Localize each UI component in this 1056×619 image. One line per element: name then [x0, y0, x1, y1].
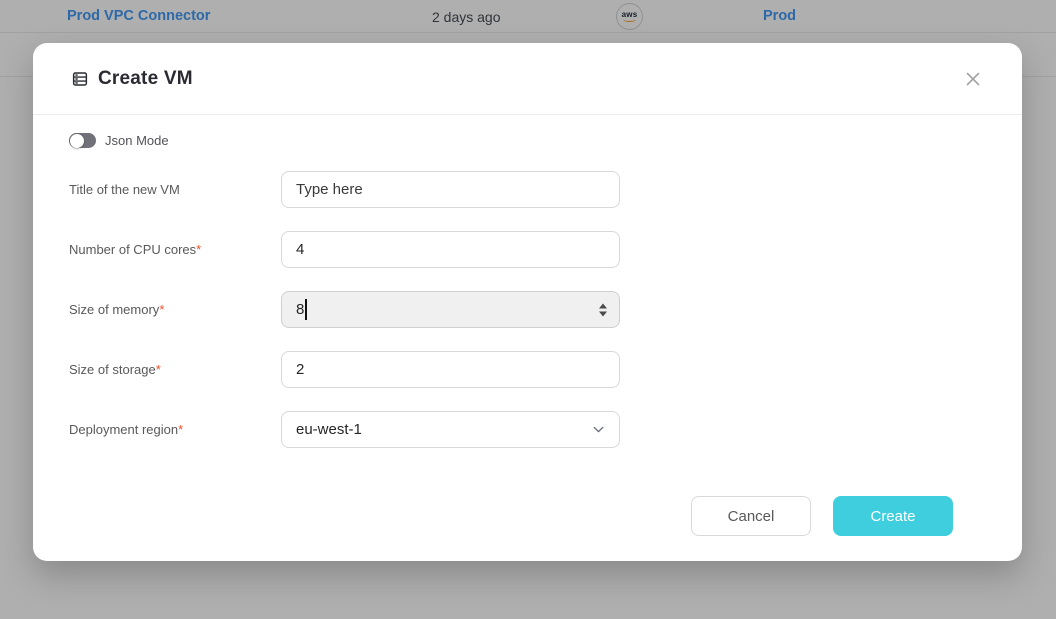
create-button[interactable]: Create — [833, 496, 953, 536]
cpu-cores-input[interactable] — [281, 231, 620, 268]
storage-field-label: Size of storage* — [69, 362, 281, 377]
region-select[interactable]: eu-west-1 — [281, 411, 620, 448]
memory-size-input[interactable] — [281, 291, 620, 328]
storage-size-input[interactable] — [281, 351, 620, 388]
region-selected-value: eu-west-1 — [296, 421, 362, 438]
cpu-field-label: Number of CPU cores* — [69, 242, 281, 257]
cancel-button[interactable]: Cancel — [691, 496, 811, 536]
close-button[interactable] — [961, 67, 985, 91]
close-icon — [964, 70, 982, 88]
chevron-down-icon — [591, 422, 606, 437]
field-row-memory: Size of memory* — [69, 291, 986, 328]
required-marker: * — [159, 302, 164, 317]
cpu-control — [281, 231, 620, 268]
storage-control — [281, 351, 620, 388]
field-row-storage: Size of storage* — [69, 351, 986, 388]
create-vm-modal: Create VM Json Mode Title of the new VM … — [33, 43, 1022, 561]
field-row-cpu: Number of CPU cores* — [69, 231, 986, 268]
modal-header: Create VM — [33, 43, 1022, 115]
required-marker: * — [196, 242, 201, 257]
json-mode-toggle[interactable] — [69, 133, 96, 148]
modal-title: Create VM — [98, 68, 193, 90]
memory-field-label: Size of memory* — [69, 302, 281, 317]
modal-footer: Cancel Create — [69, 496, 986, 536]
toggle-knob — [70, 134, 84, 148]
text-cursor — [305, 299, 307, 320]
title-field-label: Title of the new VM — [69, 182, 281, 197]
title-control — [281, 171, 620, 208]
memory-control — [281, 291, 620, 328]
field-row-region: Deployment region* eu-west-1 — [69, 411, 986, 448]
modal-body: Json Mode Title of the new VM Number of … — [33, 115, 1022, 536]
json-mode-row: Json Mode — [69, 133, 986, 148]
required-marker: * — [178, 422, 183, 437]
field-row-title: Title of the new VM — [69, 171, 986, 208]
number-stepper[interactable] — [599, 303, 607, 316]
stepper-up-icon[interactable] — [599, 303, 607, 308]
region-field-label: Deployment region* — [69, 422, 281, 437]
vm-title-input[interactable] — [281, 171, 620, 208]
server-icon — [71, 70, 89, 88]
required-marker: * — [156, 362, 161, 377]
stepper-down-icon[interactable] — [599, 311, 607, 316]
json-mode-label: Json Mode — [105, 133, 169, 148]
